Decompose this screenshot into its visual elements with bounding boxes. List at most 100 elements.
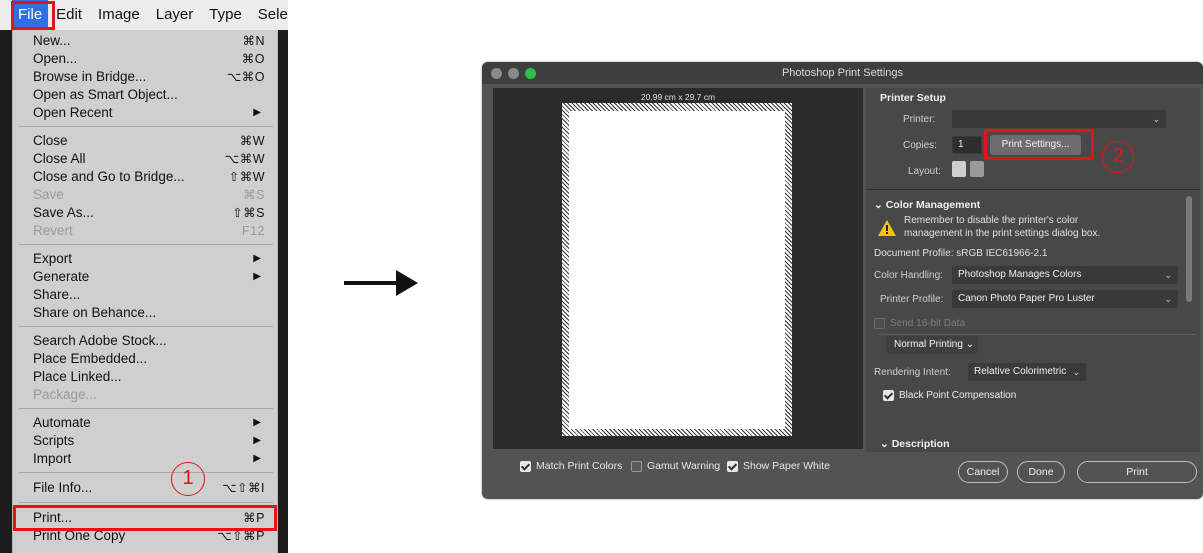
print-settings-highlight-box (984, 129, 1094, 160)
match-print-colors-checkbox[interactable]: Match Print Colors (520, 460, 622, 472)
menu-item-revert: Revert F12 (33, 223, 265, 238)
copies-label: Copies: (903, 140, 937, 151)
window-zoom-button[interactable] (525, 68, 536, 79)
menu-separator (19, 502, 273, 503)
printer-label: Printer: (903, 114, 936, 125)
landscape-layout-icon[interactable] (970, 161, 984, 177)
description-title[interactable]: ⌄ Description (880, 438, 949, 450)
checkbox-unchecked-icon (631, 460, 642, 472)
menu-item-automate[interactable]: Automate ▶ (13, 414, 279, 432)
menu-item-generate[interactable]: Generate ▶ (13, 268, 279, 286)
window-close-button[interactable] (491, 68, 502, 79)
menu-item-open-recent[interactable]: Open Recent ▶ (13, 104, 279, 122)
print-button[interactable]: Print (1077, 461, 1197, 483)
menu-item-file-info[interactable]: File Info... ⌥⇧⌘I (13, 479, 279, 497)
rendering-intent-select[interactable]: Relative Colorimetric ⌄ (968, 363, 1086, 381)
warning-icon (878, 220, 896, 236)
dialog-titlebar: Photoshop Print Settings (482, 62, 1203, 84)
menu-item-export[interactable]: Export ▶ (13, 250, 279, 268)
checkbox-unchecked-icon (874, 318, 885, 329)
printer-profile-label: Printer Profile: (880, 294, 944, 305)
menu-layer[interactable]: Layer (148, 0, 202, 30)
menu-separator (19, 126, 273, 127)
menu-separator (19, 244, 273, 245)
dialog-title: Photoshop Print Settings (781, 67, 904, 79)
step-2-marker: 2 (1102, 141, 1134, 173)
cancel-button[interactable]: Cancel (958, 461, 1008, 483)
chevron-down-icon: ⌄ (874, 199, 886, 211)
send-16-bit-checkbox: Send 16-bit Data (874, 318, 965, 329)
photoshop-print-settings-dialog: Photoshop Print Settings 20.99 cm x 29.7… (482, 62, 1203, 499)
portrait-layout-icon[interactable] (952, 161, 966, 177)
chevron-down-icon: ⌄ (962, 339, 975, 350)
menu-item-save: Save ⌘S (33, 187, 265, 202)
menu-item-close-and-go-to-bridge[interactable]: Close and Go to Bridge... ⇧⌘W (13, 168, 279, 186)
paper-preview (562, 103, 792, 436)
checkbox-checked-icon (520, 460, 531, 472)
print-item-highlight-box (13, 505, 277, 531)
menu-item-close[interactable]: Close ⌘W (13, 132, 279, 150)
menu-item-package: Package... (33, 387, 97, 402)
color-warning-line-1: Remember to disable the printer's color (904, 215, 1079, 226)
photoshop-file-menu-panel: File Edit Image Layer Type Selec New...⌘… (0, 0, 288, 553)
chevron-down-icon: ⌄ (1152, 114, 1160, 124)
menu-item-new[interactable]: New... ⌘N (13, 32, 279, 50)
print-preview-area: 20.99 cm x 29.7 cm (493, 88, 863, 449)
layout-label: Layout: (908, 166, 941, 177)
checkbox-checked-icon (883, 390, 894, 401)
menu-item-share-on-behance[interactable]: Share on Behance... (13, 304, 279, 322)
section-divider (866, 189, 1200, 190)
menu-image[interactable]: Image (90, 0, 148, 30)
menu-item-close-all[interactable]: Close All ⌥⌘W (13, 150, 279, 168)
document-profile: Document Profile: sRGB IEC61966-2.1 (874, 248, 1048, 259)
menu-separator (19, 472, 273, 473)
menu-separator (19, 326, 273, 327)
menu-select[interactable]: Selec (250, 0, 288, 30)
copies-input[interactable]: 1 (952, 136, 982, 154)
right-arrow-icon (344, 270, 418, 296)
printer-setup-title: Printer Setup (880, 92, 946, 104)
group-divider (878, 334, 1196, 335)
rendering-intent-label: Rendering Intent: (874, 367, 951, 378)
chevron-down-icon: ⌄ (1164, 270, 1172, 280)
printer-select[interactable]: ⌄ (952, 110, 1166, 128)
printer-profile-select[interactable]: Canon Photo Paper Pro Luster ⌄ (952, 290, 1178, 308)
submenu-arrow-icon: ▶ (253, 107, 261, 118)
menu-type[interactable]: Type (201, 0, 250, 30)
color-management-title[interactable]: ⌄ Color Management (874, 199, 980, 211)
black-point-compensation-checkbox[interactable]: Black Point Compensation (883, 390, 1016, 401)
show-paper-white-checkbox[interactable]: Show Paper White (727, 460, 830, 472)
chevron-down-icon: ⌄ (880, 438, 892, 450)
submenu-arrow-icon: ▶ (253, 253, 261, 264)
menu-item-browse-in-bridge[interactable]: Browse in Bridge... ⌥⌘O (13, 68, 279, 86)
menu-item-share[interactable]: Share... (13, 286, 279, 304)
chevron-down-icon: ⌄ (1164, 294, 1172, 304)
menu-item-open-as-smart-object[interactable]: Open as Smart Object... (13, 86, 279, 104)
gamut-warning-checkbox[interactable]: Gamut Warning (631, 460, 720, 472)
window-minimize-button[interactable] (508, 68, 519, 79)
file-menu-highlight-box (11, 1, 55, 30)
menu-item-scripts[interactable]: Scripts ▶ (13, 432, 279, 450)
submenu-arrow-icon: ▶ (253, 417, 261, 428)
color-warning-line-2: management in the print settings dialog … (904, 228, 1101, 239)
settings-scrollbar[interactable] (1186, 196, 1192, 302)
menu-item-place-embedded[interactable]: Place Embedded... (13, 350, 279, 368)
paper-size-label: 20.99 cm x 29.7 cm (640, 92, 716, 102)
menu-item-import[interactable]: Import ▶ (13, 450, 279, 468)
normal-printing-select[interactable]: Normal Printing ⌄ (886, 336, 978, 354)
menu-item-save-as[interactable]: Save As... ⇧⌘S (13, 204, 279, 222)
step-1-marker: 1 (171, 462, 205, 496)
color-handling-select[interactable]: Photoshop Manages Colors ⌄ (952, 266, 1178, 284)
color-handling-label: Color Handling: (874, 270, 943, 281)
menu-separator (19, 408, 273, 409)
menu-item-open[interactable]: Open... ⌘O (13, 50, 279, 68)
file-dropdown-menu: New... ⌘N Open... ⌘O Browse in Bridge... ⌥⌘… (12, 30, 278, 553)
menu-item-search-adobe-stock[interactable]: Search Adobe Stock... (13, 332, 279, 350)
submenu-arrow-icon: ▶ (253, 435, 261, 446)
chevron-down-icon: ⌄ (1072, 367, 1080, 377)
printable-area (569, 111, 785, 429)
submenu-arrow-icon: ▶ (253, 271, 261, 282)
menu-item-place-linked[interactable]: Place Linked... (13, 368, 279, 386)
checkbox-checked-icon (727, 460, 738, 472)
done-button[interactable]: Done (1017, 461, 1065, 483)
